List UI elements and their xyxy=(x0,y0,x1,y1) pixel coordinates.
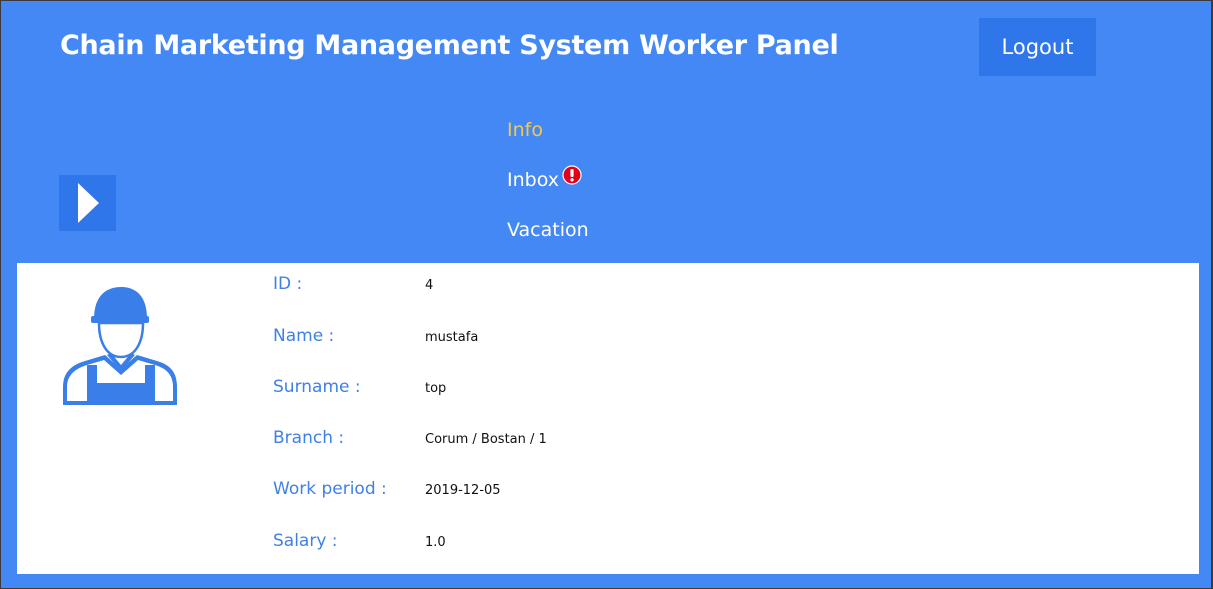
field-value-surname: top xyxy=(425,381,447,396)
play-arrow-icon xyxy=(77,183,99,223)
nav-item-inbox[interactable]: Inbox xyxy=(507,169,559,191)
app-title: Chain Marketing Management System Worker… xyxy=(60,30,839,61)
logout-button[interactable]: Logout xyxy=(979,18,1096,76)
field-label-id: ID : xyxy=(273,274,303,294)
field-value-id: 4 xyxy=(425,278,434,293)
field-value-branch: Corum / Bostan / 1 xyxy=(425,432,547,447)
field-label-branch: Branch : xyxy=(273,428,345,448)
field-value-salary: 1.0 xyxy=(425,535,446,550)
field-label-salary: Salary : xyxy=(273,531,338,551)
field-label-name: Name : xyxy=(273,326,335,346)
app-window: Chain Marketing Management System Worker… xyxy=(1,1,1211,588)
field-label-work-period: Work period : xyxy=(273,479,387,499)
field-value-name: mustafa xyxy=(425,330,479,345)
nav-item-info[interactable]: Info xyxy=(507,119,543,141)
field-label-surname: Surname : xyxy=(273,377,361,397)
worker-avatar-icon xyxy=(63,287,177,405)
profile-panel: ID : 4 Name : mustafa Surname : top Bran… xyxy=(17,263,1199,574)
field-value-work-period: 2019-12-05 xyxy=(425,483,501,498)
exclamation-alert-icon xyxy=(562,165,582,185)
menu-toggle-button[interactable] xyxy=(59,175,116,231)
nav-item-vacation[interactable]: Vacation xyxy=(507,219,589,241)
